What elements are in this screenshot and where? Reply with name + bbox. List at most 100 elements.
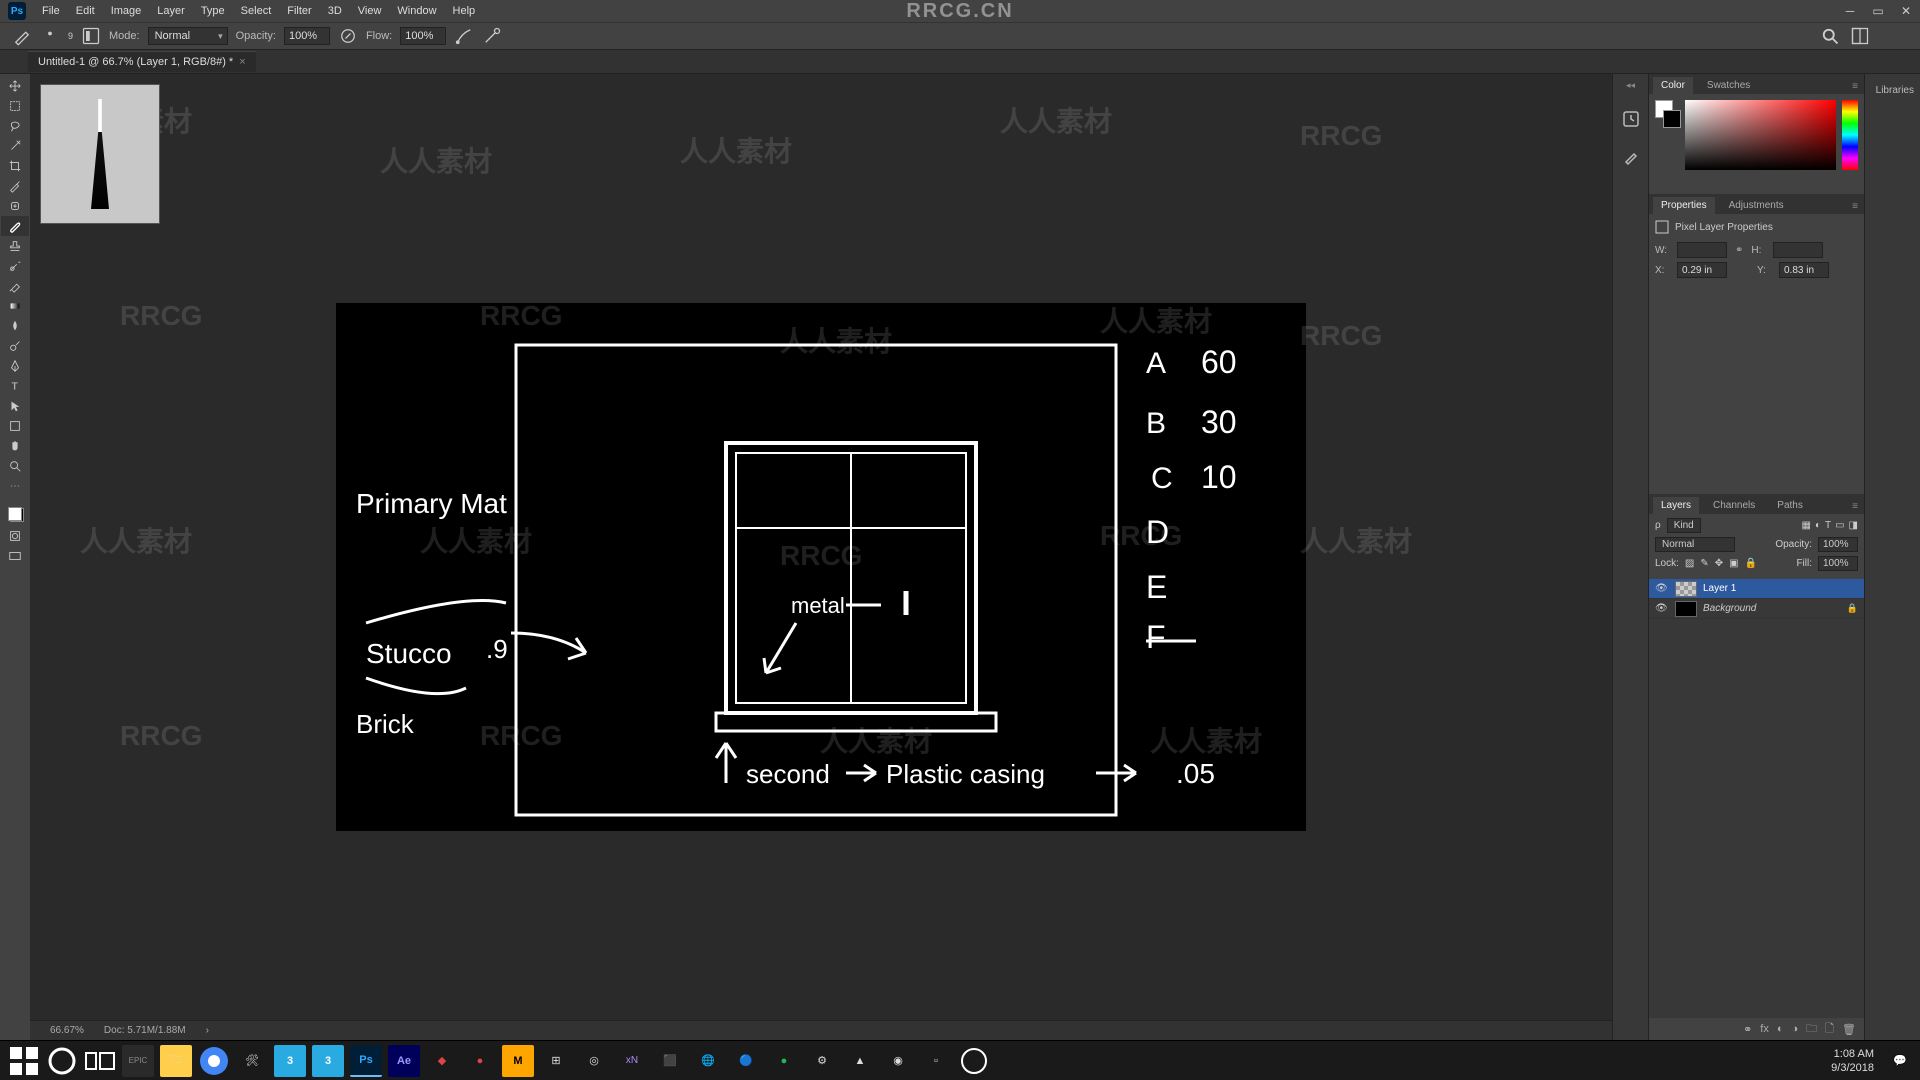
eraser-tool[interactable] [1, 276, 29, 296]
color-field[interactable] [1685, 100, 1836, 170]
menu-3d[interactable]: 3D [320, 0, 350, 22]
stamp-tool[interactable] [1, 236, 29, 256]
lock-trans-icon[interactable]: ▨ [1685, 558, 1694, 569]
mask-icon[interactable]: ◐ [1777, 1023, 1784, 1035]
start-button[interactable] [8, 1045, 40, 1077]
link-layers-icon[interactable]: ⚭ [1743, 1023, 1752, 1036]
file-explorer-icon[interactable]: 🗀 [160, 1045, 192, 1077]
adjustment-layer-icon[interactable]: ◑ [1792, 1023, 1799, 1035]
maximize-button[interactable]: ▭ [1864, 0, 1892, 22]
fx-icon[interactable]: fx [1760, 1023, 1769, 1035]
flow-input[interactable] [400, 27, 446, 45]
taskbar-app-5[interactable]: ◆ [426, 1045, 458, 1077]
brush-panel-toggle[interactable] [81, 26, 101, 46]
workspace-icon[interactable] [1850, 26, 1870, 46]
visibility-icon[interactable]: 👁 [1655, 603, 1669, 614]
taskbar-app-14[interactable]: ⚙ [806, 1045, 838, 1077]
type-tool[interactable]: T [1, 376, 29, 396]
zoom-level[interactable]: 66.67% [50, 1025, 84, 1036]
canvas-viewport[interactable]: Primary Mat Stucco .9 Brick metal [30, 74, 1612, 1020]
link-wh-icon[interactable]: ⚭ [1735, 245, 1743, 256]
healing-tool[interactable] [1, 196, 29, 216]
tool-preset-icon[interactable] [12, 26, 32, 46]
notifications-icon[interactable]: 💬 [1888, 1045, 1912, 1077]
menu-image[interactable]: Image [103, 0, 150, 22]
gradient-tool[interactable] [1, 296, 29, 316]
status-chevron[interactable]: › [206, 1025, 209, 1036]
pressure-size-icon[interactable] [482, 26, 502, 46]
hue-slider[interactable] [1842, 100, 1858, 170]
taskbar-app-4[interactable]: 3 [312, 1045, 344, 1077]
lock-artboard-icon[interactable]: ▣ [1729, 558, 1738, 569]
blur-tool[interactable] [1, 316, 29, 336]
layer-row[interactable]: 👁 Layer 1 [1649, 579, 1864, 599]
hand-tool[interactable] [1, 436, 29, 456]
delete-layer-icon[interactable]: 🗑 [1842, 1023, 1856, 1036]
menu-window[interactable]: Window [389, 0, 444, 22]
fill-input[interactable] [1818, 556, 1858, 571]
screenmode-tool[interactable] [1, 546, 29, 566]
taskbar-app-8[interactable]: ⊞ [540, 1045, 572, 1077]
document-canvas[interactable]: Primary Mat Stucco .9 Brick metal [336, 303, 1306, 831]
adjustments-tab[interactable]: Adjustments [1721, 197, 1792, 214]
wand-tool[interactable] [1, 136, 29, 156]
layers-tab[interactable]: Layers [1653, 497, 1699, 514]
panel-menu-icon[interactable]: ≡ [1846, 499, 1864, 514]
properties-tab[interactable]: Properties [1653, 197, 1715, 214]
brush-settings-panel-icon[interactable] [1621, 147, 1641, 167]
cortana-icon[interactable] [46, 1045, 78, 1077]
filter-shape-icon[interactable]: ▭ [1835, 520, 1844, 531]
blend-mode-combo[interactable]: Normal [148, 27, 228, 45]
layer-thumbnail[interactable] [1675, 581, 1697, 597]
zoom-tool[interactable] [1, 456, 29, 476]
layer-blend-combo[interactable]: Normal [1655, 537, 1735, 552]
filter-adjust-icon[interactable]: ◐ [1815, 520, 1821, 531]
channels-tab[interactable]: Channels [1705, 497, 1763, 514]
panel-menu-icon[interactable]: ≡ [1846, 199, 1864, 214]
shape-tool[interactable] [1, 416, 29, 436]
taskbar-app-1[interactable]: EPIC [122, 1045, 154, 1077]
filter-pixel-icon[interactable]: ▦ [1801, 520, 1810, 531]
quickmask-tool[interactable] [1, 526, 29, 546]
menu-help[interactable]: Help [445, 0, 484, 22]
menu-filter[interactable]: Filter [279, 0, 319, 22]
close-button[interactable]: ✕ [1892, 0, 1920, 22]
lock-paint-icon[interactable]: ✎ [1700, 558, 1708, 569]
edit-toolbar[interactable]: ⋯ [1, 476, 29, 496]
aftereffects-icon[interactable]: Ae [388, 1045, 420, 1077]
height-input[interactable] [1773, 242, 1823, 258]
panel-menu-icon[interactable]: ≡ [1846, 79, 1864, 94]
group-icon[interactable]: 🗀 [1806, 1020, 1817, 1039]
taskbar-app-6[interactable]: ● [464, 1045, 496, 1077]
taskbar-app-9[interactable]: ◎ [578, 1045, 610, 1077]
paths-tab[interactable]: Paths [1769, 497, 1811, 514]
unreal-icon[interactable] [958, 1045, 990, 1077]
brush-preset-picker[interactable] [40, 26, 60, 46]
swatches-tab[interactable]: Swatches [1699, 77, 1758, 94]
history-brush-tool[interactable] [1, 256, 29, 276]
foreground-swatch[interactable] [8, 507, 22, 521]
menu-file[interactable]: File [34, 0, 68, 22]
move-tool[interactable] [1, 76, 29, 96]
eyedropper-tool[interactable] [1, 176, 29, 196]
x-input[interactable] [1677, 262, 1727, 278]
taskbar-app-7[interactable]: M [502, 1045, 534, 1077]
color-swatches[interactable] [0, 502, 30, 526]
system-clock[interactable]: 1:08 AM 9/3/2018 [1831, 1047, 1882, 1075]
minimize-button[interactable]: ─ [1836, 0, 1864, 22]
taskbar-app-12[interactable]: 🌐 [692, 1045, 724, 1077]
visibility-icon[interactable]: 👁 [1655, 583, 1669, 594]
taskbar-app-15[interactable]: ▲ [844, 1045, 876, 1077]
lock-all-icon[interactable]: 🔒 [1745, 558, 1757, 569]
close-tab-icon[interactable]: × [239, 56, 245, 68]
menu-view[interactable]: View [350, 0, 390, 22]
marquee-tool[interactable] [1, 96, 29, 116]
pressure-opacity-icon[interactable] [338, 26, 358, 46]
dodge-tool[interactable] [1, 336, 29, 356]
y-input[interactable] [1779, 262, 1829, 278]
document-tab[interactable]: Untitled-1 @ 66.7% (Layer 1, RGB/8#) * × [28, 51, 256, 72]
taskbar-app-16[interactable]: ▫ [920, 1045, 952, 1077]
crop-tool[interactable] [1, 156, 29, 176]
lasso-tool[interactable] [1, 116, 29, 136]
layer-opacity-input[interactable] [1818, 537, 1858, 552]
